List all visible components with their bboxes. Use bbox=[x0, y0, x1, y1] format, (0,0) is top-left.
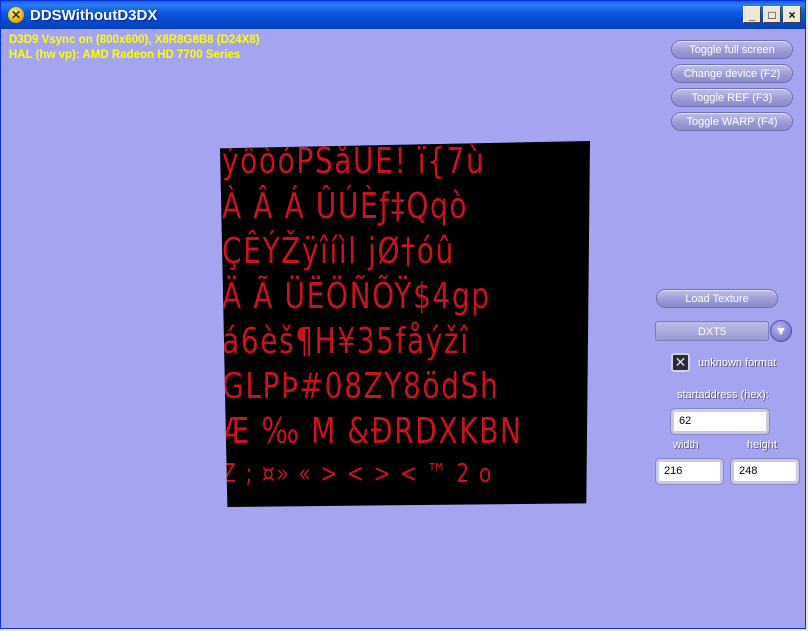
height-label: height bbox=[747, 439, 777, 451]
stats-line-2: HAL (hw vp): AMD Radeon HD 7700 Series bbox=[9, 49, 241, 61]
texture-row: À Â Á ÛÚÈƒ‡Qqò bbox=[222, 186, 469, 227]
device-stats: D3D9 Vsync on (800x600), X8R8G8B8 (D24X8… bbox=[9, 33, 260, 63]
window-title: DDSWithoutD3DX bbox=[30, 6, 158, 24]
render-area: D3D9 Vsync on (800x600), X8R8G8B8 (D24X8… bbox=[4, 29, 802, 625]
texture-row: GLPÞ#08ZY8ödSh bbox=[222, 366, 500, 407]
change-device-button[interactable]: Change device (F2) bbox=[671, 64, 793, 83]
directx-icon: ✕ bbox=[8, 7, 24, 23]
texture-row: Z ; ¤» « > < > < ™ 2 o bbox=[222, 459, 493, 489]
window-controls: _ □ × bbox=[743, 6, 801, 23]
stats-line-1: D3D9 Vsync on (800x600), X8R8G8B8 (D24X8… bbox=[9, 34, 260, 46]
unknown-format-checkbox[interactable]: ✕ bbox=[671, 353, 690, 372]
dropdown-arrow-icon[interactable]: ▼ bbox=[770, 320, 792, 342]
toggle-full-screen-button[interactable]: Toggle full screen bbox=[671, 40, 793, 59]
texture-row: Ä Ã ÜËÖÑÕŸ$4gp bbox=[222, 276, 491, 317]
start-address-field[interactable]: 62 bbox=[671, 409, 769, 434]
width-field[interactable]: 216 bbox=[656, 459, 723, 484]
texture-row: ýôòóPŠåÙÉ! ï{7ù bbox=[222, 141, 486, 182]
start-address-label: startaddress (hex): bbox=[677, 389, 769, 401]
toggle-ref-button[interactable]: Toggle REF (F3) bbox=[671, 88, 793, 107]
toggle-warp-button[interactable]: Toggle WARP (F4) bbox=[671, 112, 793, 131]
app-window: ✕ DDSWithoutD3DX _ □ × D3D9 Vsync on (80… bbox=[0, 0, 806, 629]
title-bar[interactable]: ✕ DDSWithoutD3DX _ □ × bbox=[1, 1, 805, 29]
texture-preview: ýôòóPŠåÙÉ! ï{7ù À Â Á ÛÚÈƒ‡Qqò ÇÊÝŽÿîíìl… bbox=[220, 141, 590, 507]
minimize-button[interactable]: _ bbox=[743, 6, 761, 23]
height-field[interactable]: 248 bbox=[731, 459, 799, 484]
texture-row: Æ ‰ M &ÐRDXKBN bbox=[222, 411, 523, 452]
texture-row: ÇÊÝŽÿîíìl jØ†óû bbox=[222, 231, 455, 272]
width-label: width bbox=[673, 439, 699, 451]
texture-row: á6èš¶H¥35fåýžî bbox=[222, 321, 470, 362]
close-button[interactable]: × bbox=[783, 6, 801, 23]
load-texture-button[interactable]: Load Texture bbox=[656, 289, 778, 308]
format-dropdown[interactable]: DXT5 bbox=[655, 321, 769, 341]
unknown-format-label: unknown format bbox=[698, 357, 777, 369]
maximize-button[interactable]: □ bbox=[763, 6, 781, 23]
